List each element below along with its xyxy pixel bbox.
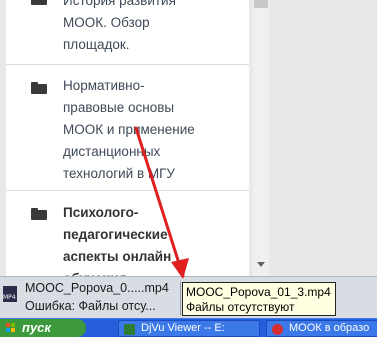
file-type-label: MP4 (3, 294, 16, 301)
tooltip-status: Файлы отсутствуют (186, 300, 295, 314)
taskbar-item-djvu[interactable]: DjVu Viewer -- E: (118, 320, 260, 337)
section-title-line: педагогические (63, 227, 168, 242)
section-title-line: аспекты онлайн (63, 249, 172, 264)
section-title-line: дистанционных (63, 144, 161, 159)
taskbar-item-label: МООК в образо (289, 322, 370, 334)
download-file-name: MOOC_Popova_0.....mp4 (25, 281, 169, 295)
folder-icon (31, 0, 47, 5)
download-item[interactable]: MP4 MOOC_Popova_0.....mp4 Ошибка: Файлы … (0, 277, 180, 319)
section-title-line: МООК. Обзор (63, 15, 150, 30)
course-sections-panel: История развития МООК. Обзор площадок. Н… (6, 0, 249, 276)
section-title-line: площадок. (63, 37, 130, 52)
tooltip-file-name: MOOC_Popova_01_3.mp4 (186, 285, 331, 299)
section-title-line: технологий в МГУ (63, 166, 176, 181)
start-label: пуск (22, 320, 51, 335)
djvu-viewer-icon (124, 324, 135, 335)
scroll-down-arrow-icon[interactable] (257, 262, 265, 267)
divider (180, 281, 181, 315)
folder-icon (31, 208, 47, 220)
section-title-line: Нормативно- (63, 78, 145, 93)
section-title-line: МООК и применение (63, 122, 195, 137)
taskbar: пуск DjVu Viewer -- E: МООК в образо (0, 318, 377, 337)
browser-page: История развития МООК. Обзор площадок. Н… (0, 0, 377, 276)
download-tooltip: MOOC_Popova_01_3.mp4 Файлы отсутствуют (182, 282, 336, 316)
start-button[interactable]: пуск (0, 319, 86, 337)
vertical-scrollbar[interactable] (253, 0, 269, 276)
section-title-line: обучения (63, 268, 247, 276)
windows-logo-icon (6, 323, 16, 333)
download-status: Ошибка: Файлы отсу... (25, 299, 156, 313)
taskbar-item-label: DjVu Viewer -- E: (141, 322, 225, 334)
taskbar-item-chrome[interactable]: МООК в образо (266, 320, 377, 337)
section-title-line: История развития (63, 0, 176, 8)
scrollbar-thumb[interactable] (254, 0, 268, 8)
video-file-icon: MP4 (3, 286, 17, 302)
section-title-line: правовые основы (63, 100, 175, 115)
folder-icon (31, 82, 47, 94)
section-item-history[interactable]: История развития МООК. Обзор площадок. (6, 0, 249, 65)
section-title-line: Психолого- (63, 205, 139, 220)
chrome-icon (272, 324, 283, 335)
section-item-psychology[interactable]: Психолого- педагогические аспекты онлайн… (6, 191, 249, 276)
section-item-legal[interactable]: Нормативно- правовые основы МООК и приме… (6, 64, 249, 191)
